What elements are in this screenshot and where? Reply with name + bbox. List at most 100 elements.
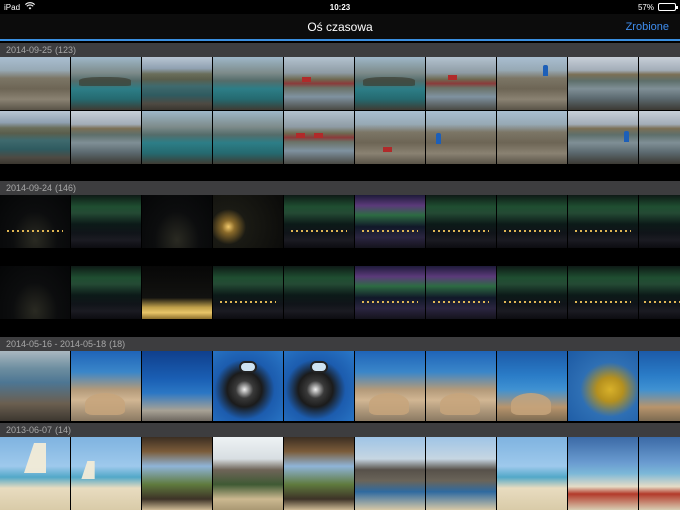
photo-thumbnail[interactable] — [426, 195, 496, 248]
decor — [239, 361, 257, 373]
photo-thumbnail[interactable] — [426, 437, 496, 510]
photo-thumbnail[interactable] — [284, 266, 354, 319]
status-bar: iPad 10:23 57% — [0, 0, 680, 14]
photo-thumbnail[interactable] — [213, 195, 283, 248]
photo-thumbnail[interactable] — [497, 351, 567, 421]
photo-thumbnail[interactable] — [568, 266, 638, 319]
photo-thumbnail[interactable] — [213, 266, 283, 319]
photo-thumbnail[interactable] — [355, 351, 425, 421]
photo-thumbnail[interactable] — [426, 351, 496, 421]
photo-thumbnail[interactable] — [71, 351, 141, 421]
decor — [369, 393, 409, 415]
photo-thumbnail[interactable] — [213, 437, 283, 510]
decor — [436, 133, 441, 144]
photo-thumbnail[interactable] — [639, 111, 680, 164]
wifi-icon — [25, 2, 35, 12]
photo-thumbnail[interactable] — [213, 111, 283, 164]
navigation-bar: Oś czasowa Zrobione — [0, 14, 680, 41]
decor — [7, 230, 63, 233]
section-header-2014-09-24[interactable]: 2014-09-24 (146) — [0, 181, 680, 195]
decor — [81, 461, 95, 479]
photo-thumbnail[interactable] — [639, 57, 680, 110]
page-title: Oś czasowa — [307, 19, 373, 34]
photo-thumbnail[interactable] — [284, 57, 354, 110]
photo-thumbnail[interactable] — [355, 111, 425, 164]
photo-thumbnail[interactable] — [568, 57, 638, 110]
photo-thumbnail[interactable] — [71, 195, 141, 248]
photo-thumbnail[interactable] — [497, 266, 567, 319]
photo-thumbnail[interactable] — [142, 111, 212, 164]
photo-thumbnail[interactable] — [497, 111, 567, 164]
photo-thumbnail[interactable] — [639, 266, 680, 319]
section-count: (123) — [55, 45, 77, 55]
photo-thumbnail[interactable] — [0, 111, 70, 164]
photo-thumbnail[interactable] — [71, 266, 141, 319]
decor — [440, 393, 480, 415]
photo-thumbnail[interactable] — [639, 437, 680, 510]
photo-thumbnail[interactable] — [355, 57, 425, 110]
decor — [504, 301, 560, 304]
decor — [296, 133, 305, 138]
photo-thumbnail[interactable] — [355, 437, 425, 510]
photo-thumbnail[interactable] — [0, 195, 70, 248]
section-header-2013-06-07[interactable]: 2013-06-07 (14) — [0, 423, 680, 437]
section-date: 2014-09-25 — [6, 45, 53, 55]
photo-thumbnail[interactable] — [142, 195, 212, 248]
photo-thumbnail[interactable] — [497, 57, 567, 110]
photo-thumbnail[interactable] — [71, 437, 141, 510]
photo-thumbnail[interactable] — [142, 57, 212, 110]
photo-thumbnail[interactable] — [284, 351, 354, 421]
photo-thumbnail[interactable] — [426, 57, 496, 110]
photo-thumbnail[interactable] — [71, 57, 141, 110]
photo-row — [0, 351, 680, 421]
decor — [79, 77, 131, 87]
photo-thumbnail[interactable] — [355, 266, 425, 319]
photo-thumbnail[interactable] — [213, 57, 283, 110]
photo-thumbnail[interactable] — [497, 195, 567, 248]
photo-thumbnail[interactable] — [426, 266, 496, 319]
photo-thumbnail[interactable] — [639, 195, 680, 248]
photo-thumbnail[interactable] — [0, 57, 70, 110]
decor — [624, 131, 629, 142]
photo-thumbnail[interactable] — [284, 195, 354, 248]
photo-thumbnail[interactable] — [568, 437, 638, 510]
photo-row — [0, 195, 680, 248]
battery-icon — [658, 3, 678, 11]
section-date: 2014-09-24 — [6, 183, 53, 193]
photo-thumbnail[interactable] — [213, 351, 283, 421]
photo-thumbnail[interactable] — [568, 195, 638, 248]
photo-thumbnail[interactable] — [568, 111, 638, 164]
section-header-2014-05-16[interactable]: 2014-05-16 - 2014-05-18 (18) — [0, 337, 680, 351]
decor — [220, 301, 276, 304]
photo-row — [0, 57, 680, 110]
photo-thumbnail[interactable] — [142, 266, 212, 319]
decor — [543, 65, 548, 76]
photo-thumbnail[interactable] — [568, 351, 638, 421]
photo-thumbnail[interactable] — [639, 351, 680, 421]
photo-thumbnail[interactable] — [142, 351, 212, 421]
decor — [383, 147, 392, 152]
decor — [643, 301, 680, 304]
photo-thumbnail[interactable] — [426, 111, 496, 164]
photo-thumbnail[interactable] — [0, 437, 70, 510]
decor — [363, 77, 415, 87]
decor — [504, 230, 560, 233]
decor — [314, 133, 323, 138]
section-date: 2013-06-07 — [6, 425, 53, 435]
photo-thumbnail[interactable] — [355, 195, 425, 248]
photo-thumbnail[interactable] — [0, 351, 70, 421]
photo-thumbnail[interactable] — [142, 437, 212, 510]
photo-thumbnail[interactable] — [71, 111, 141, 164]
photo-row — [0, 437, 680, 510]
decor — [291, 230, 347, 233]
photo-thumbnail[interactable] — [284, 437, 354, 510]
photo-thumbnail[interactable] — [497, 437, 567, 510]
photo-thumbnail[interactable] — [284, 111, 354, 164]
decor — [85, 393, 125, 415]
decor — [575, 230, 631, 233]
photo-thumbnail[interactable] — [0, 266, 70, 319]
decor — [433, 301, 489, 304]
section-header-2014-09-25[interactable]: 2014-09-25 (123) — [0, 43, 680, 57]
decor — [362, 301, 418, 304]
done-button[interactable]: Zrobione — [626, 21, 669, 33]
